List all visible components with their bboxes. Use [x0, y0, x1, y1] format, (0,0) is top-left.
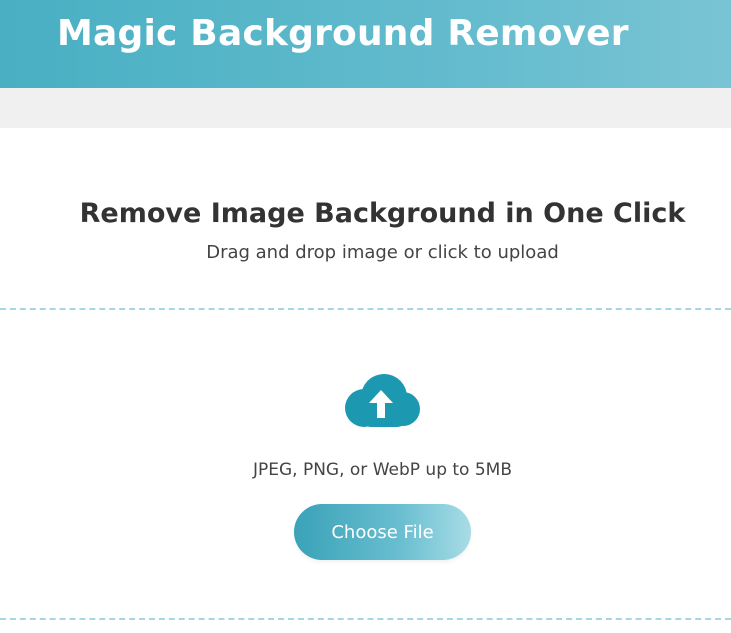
- choose-file-button[interactable]: Choose File: [294, 504, 471, 560]
- app-page: Magic Background Remover Remove Image Ba…: [0, 0, 731, 633]
- upload-dropzone[interactable]: JPEG, PNG, or WebP up to 5MB Choose File: [0, 308, 731, 620]
- app-title: Magic Background Remover: [57, 13, 629, 54]
- uploader-subheading: Drag and drop image or click to upload: [206, 242, 559, 263]
- cloud-upload-icon: [345, 374, 420, 427]
- header-spacer: [0, 88, 731, 128]
- file-format-hint: JPEG, PNG, or WebP up to 5MB: [252, 460, 513, 480]
- uploader-heading: Remove Image Background in One Click: [79, 198, 686, 229]
- upload-card: Remove Image Background in One Click Dra…: [0, 128, 731, 633]
- app-header: Magic Background Remover: [0, 0, 731, 88]
